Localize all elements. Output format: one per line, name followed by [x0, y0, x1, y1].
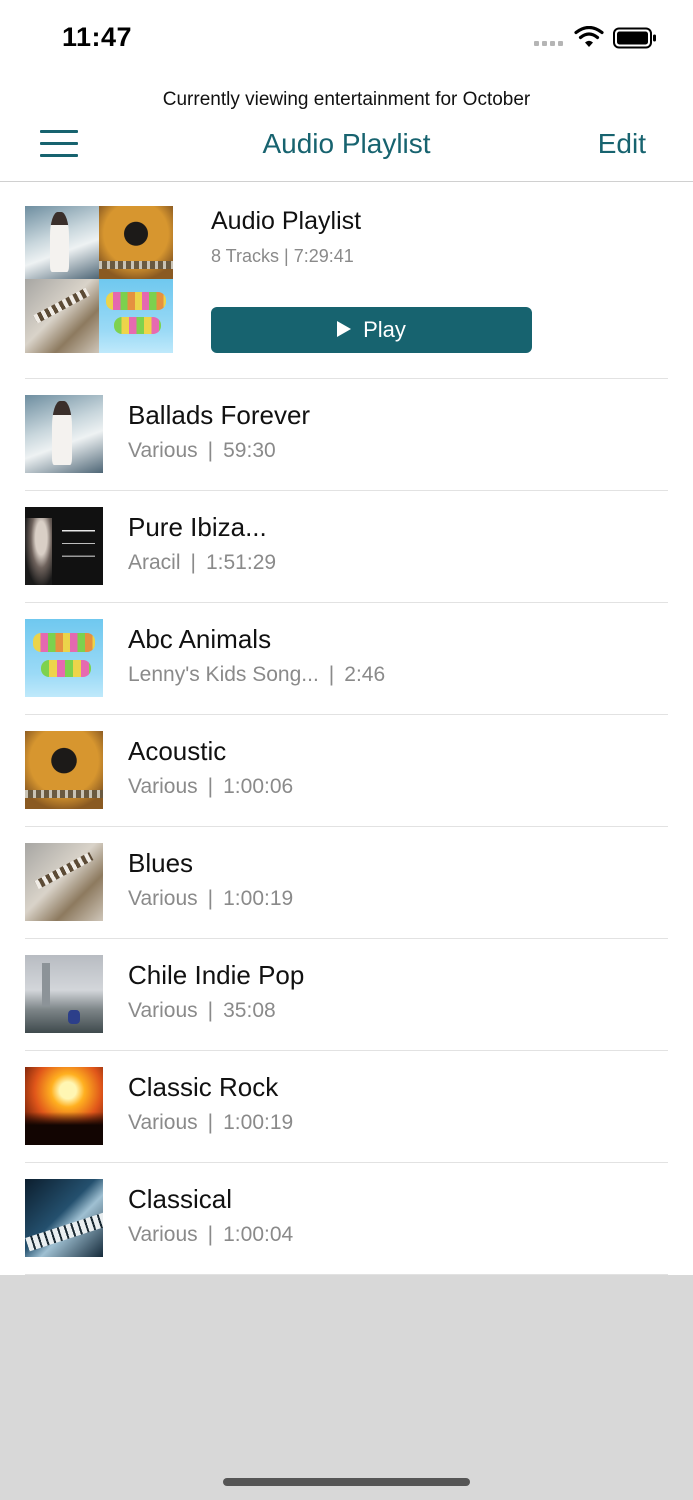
entertainment-notice: Currently viewing entertainment for Octo…: [162, 89, 531, 110]
header-divider: [0, 181, 693, 182]
track-thumbnail: [25, 843, 103, 921]
track-artist: Various: [128, 887, 198, 910]
track-row-acoustic[interactable]: Acoustic Various | 1:00:06: [0, 715, 693, 827]
track-artist: Various: [128, 999, 198, 1022]
track-row-chile-indie-pop[interactable]: Chile Indie Pop Various | 35:08: [0, 939, 693, 1051]
app-screen: 11:47 Currently viewing entertainment fo…: [0, 0, 693, 1275]
track-thumbnail: [25, 619, 103, 697]
track-duration: 1:00:19: [223, 1111, 294, 1134]
play-button[interactable]: Play: [211, 307, 532, 353]
track-thumbnail: [25, 1179, 103, 1257]
track-meta: Various | 1:00:06: [128, 775, 293, 799]
track-row-blues[interactable]: Blues Various | 1:00:19: [0, 827, 693, 939]
meta-separator: |: [207, 999, 214, 1022]
track-artist: Various: [128, 1223, 198, 1246]
track-row-classic-rock[interactable]: Classic Rock Various | 1:00:19: [0, 1051, 693, 1163]
meta-separator: |: [190, 551, 196, 574]
track-row-classical[interactable]: Classical Various | 1:00:04: [0, 1163, 693, 1275]
status-bar: 11:47: [0, 0, 693, 80]
track-duration: 35:08: [223, 999, 276, 1022]
track-duration: 1:00:19: [223, 887, 294, 910]
track-title: Classical: [128, 1184, 233, 1214]
wifi-icon: [574, 26, 604, 47]
track-duration: 1:00:06: [223, 775, 294, 798]
edit-button[interactable]: Edit: [598, 128, 646, 160]
row-divider: [25, 1274, 668, 1275]
track-meta: Various | 1:00:04: [128, 1223, 293, 1247]
page-title: Audio Playlist: [262, 128, 431, 159]
track-duration: 1:00:04: [223, 1223, 294, 1246]
track-title: Pure Ibiza...: [128, 512, 267, 542]
meta-separator: |: [207, 775, 214, 798]
track-row-ballads-forever[interactable]: Ballads Forever Various | 59:30: [0, 379, 693, 491]
play-button-label: Play: [363, 317, 406, 342]
track-thumbnail: [25, 1067, 103, 1145]
track-meta: Lenny's Kids Song... | 2:46: [128, 663, 385, 687]
track-artist: Lenny's Kids Song...: [128, 663, 319, 686]
track-title: Acoustic: [128, 736, 227, 766]
playlist-cover-collage: [25, 206, 173, 353]
battery-icon: [613, 27, 656, 49]
status-time: 11:47: [62, 22, 133, 52]
track-duration: 1:51:29: [205, 551, 277, 574]
track-artist: Various: [128, 439, 198, 462]
track-list: Ballads Forever Various | 59:30 Pure Ibiza…: [0, 379, 693, 1275]
track-meta: Various | 1:00:19: [128, 887, 293, 911]
track-title: Blues: [128, 848, 194, 878]
meta-separator: |: [207, 1223, 214, 1246]
hamburger-menu-icon[interactable]: [40, 130, 78, 160]
track-thumbnail: [25, 955, 103, 1033]
cover-tile-ballads: [25, 206, 99, 279]
track-meta: Various | 1:00:19: [128, 1111, 293, 1135]
track-title: Chile Indie Pop: [128, 960, 305, 990]
cover-tile-acoustic-guitar: [99, 206, 173, 279]
meta-separator: |: [207, 887, 214, 910]
track-duration: 59:30: [223, 439, 276, 462]
cover-tile-blues: [25, 279, 99, 353]
track-artist: Aracil: [128, 551, 181, 574]
track-duration: 2:46: [344, 663, 386, 686]
meta-separator: |: [207, 439, 214, 462]
track-row-pure-ibiza[interactable]: Pure Ibiza... Aracil | 1:51:29: [0, 491, 693, 603]
track-meta: Various | 59:30: [128, 439, 276, 463]
track-artist: Various: [128, 775, 198, 798]
play-icon: [337, 321, 352, 337]
track-row-abc-animals[interactable]: Abc Animals Lenny's Kids Song... | 2:46: [0, 603, 693, 715]
playlist-meta: 8 Tracks | 7:29:41: [211, 246, 354, 266]
track-thumbnail: [25, 507, 103, 585]
track-artist: Various: [128, 1111, 198, 1134]
track-thumbnail: [25, 395, 103, 473]
track-title: Classic Rock: [128, 1072, 279, 1102]
track-meta: Various | 35:08: [128, 999, 276, 1023]
home-indicator[interactable]: [223, 1478, 470, 1486]
cover-tile-learning-with-animals: [99, 279, 173, 353]
track-meta: Aracil | 1:51:29: [128, 551, 276, 575]
playlist-title: Audio Playlist: [211, 207, 362, 235]
cellular-signal-icon: [534, 41, 563, 46]
meta-separator: |: [328, 663, 335, 686]
meta-separator: |: [207, 1111, 214, 1134]
track-title: Abc Animals: [128, 624, 272, 654]
track-title: Ballads Forever: [128, 400, 311, 430]
track-thumbnail: [25, 731, 103, 809]
